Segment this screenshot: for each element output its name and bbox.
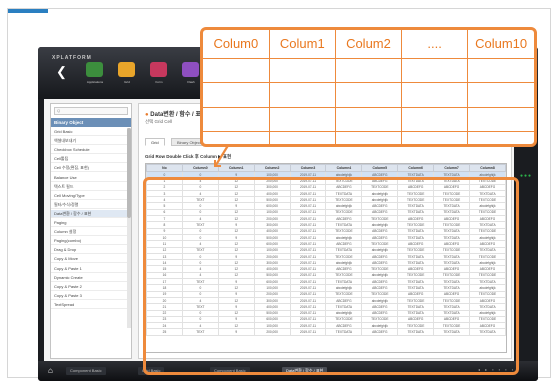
- app-label: Form: [155, 80, 163, 84]
- taskbar-item[interactable]: Component Basic: [66, 367, 106, 375]
- callout-cell: [467, 107, 534, 133]
- column-callout: Colum0 Colum1 Colum2.... Colum10: [200, 27, 537, 147]
- sidebar: Q Binary Object Grid Basic 엑셀내보내기 Checkbox…: [50, 103, 132, 359]
- grid-column-header[interactable]: Column8: [469, 164, 506, 172]
- sidebar-search-input[interactable]: Q: [54, 107, 128, 115]
- callout-cell: [335, 107, 403, 133]
- callout-column-header: Colum2: [335, 30, 403, 59]
- accent-tab: [8, 9, 48, 13]
- sidebar-item[interactable]: 엑셀내보내기: [51, 137, 131, 146]
- sidebar-item[interactable]: Copy & Paste 1: [51, 265, 131, 273]
- app-launcher-item[interactable]: Applications: [82, 61, 108, 93]
- callout-cell: [269, 107, 336, 133]
- sidebar-item[interactable]: Grid Basic: [51, 128, 131, 136]
- callout-cell: [335, 58, 403, 84]
- callout-cell: [269, 131, 336, 144]
- sidebar-item[interactable]: Cell Moving/Type: [51, 192, 131, 200]
- callout-cell: [401, 82, 469, 108]
- app-tile-icon: [150, 62, 167, 77]
- callout-cell: [401, 131, 469, 144]
- grid-column-header[interactable]: Column0: [181, 164, 219, 172]
- callout-cell: [269, 82, 336, 108]
- sidebar-scrollbar[interactable]: [127, 128, 131, 328]
- sidebar-item[interactable]: Copy & Paste 3: [51, 292, 131, 300]
- app-label: Applications: [86, 80, 104, 84]
- callout-cell: [203, 82, 270, 108]
- sidebar-item[interactable]: 필터/수식/정렬: [51, 201, 131, 209]
- sidebar-item[interactable]: 텍스트 필드: [51, 183, 131, 191]
- callout-table: Colum0 Colum1 Colum2.... Colum10: [203, 30, 534, 144]
- callout-cell: [401, 58, 469, 84]
- sidebar-item[interactable]: Paging: [51, 219, 131, 227]
- sidebar-item[interactable]: Balance Use: [51, 174, 131, 182]
- app-tile-icon: [86, 62, 103, 77]
- callout-header-row: Colum0 Colum1 Colum2.... Colum10: [203, 30, 534, 59]
- callout-cell: [401, 107, 469, 133]
- sidebar-scroll-thumb[interactable]: [127, 128, 131, 218]
- sidebar-item[interactable]: Copy & Paste 2: [51, 283, 131, 291]
- sidebar-item[interactable]: Cell툴팁: [51, 155, 131, 164]
- grid-column-header[interactable]: Column3: [289, 164, 327, 172]
- nav-prev-icon[interactable]: ❮: [56, 65, 67, 78]
- callout-body: [203, 58, 534, 144]
- page-title: ● Data변환 / 함수 / 표현: [145, 109, 206, 118]
- app-tile-icon: [182, 62, 199, 77]
- sidebar-item[interactable]: Checkbox Schedule: [51, 146, 131, 155]
- sidebar-item[interactable]: Data변환 / 함수 / 표현: [51, 209, 131, 218]
- callout-row: [203, 107, 534, 133]
- callout-cell: [467, 82, 534, 108]
- grid-header-row: No Column0 Column1 Column2 Column3 Column4 Col…: [146, 164, 506, 172]
- callout-cell: [203, 131, 270, 144]
- grid-column-header[interactable]: Column6: [397, 164, 435, 172]
- grid-highlight-box: [143, 177, 519, 375]
- sidebar-item[interactable]: Dynamic Create: [51, 274, 131, 282]
- page-subtitle: 선택 Grid Cell: [145, 119, 173, 124]
- callout-column-header: ....: [401, 30, 469, 59]
- callout-cell: [467, 58, 534, 84]
- grid-column-header[interactable]: Column2: [253, 164, 291, 172]
- sidebar-item[interactable]: Paging(combo): [51, 237, 131, 246]
- grid-column-header[interactable]: Column5: [361, 164, 399, 172]
- status-dots-icon: ●●●: [520, 173, 533, 179]
- sidebar-item[interactable]: Cell 수정(편집, 표현): [51, 164, 131, 173]
- callout-cell: [335, 131, 403, 144]
- figure-frame: XPLATFORM ❮ ❯ ApplicationsGridFormFlash …: [7, 8, 551, 381]
- callout-cell: [203, 107, 270, 133]
- callout-row: [203, 82, 534, 108]
- callout-column-header: Colum1: [269, 30, 336, 59]
- app-tile-icon: [118, 62, 135, 77]
- app-launcher-item[interactable]: Form: [146, 61, 172, 93]
- sidebar-header: Binary Object: [51, 118, 131, 127]
- home-icon[interactable]: ⌂: [48, 366, 53, 375]
- app-launcher-item[interactable]: Grid: [114, 61, 140, 93]
- app-label: Grid: [124, 80, 130, 84]
- callout-cell: [468, 132, 534, 144]
- sidebar-item[interactable]: Copy & Move: [51, 255, 131, 264]
- grid-column-header[interactable]: Column7: [433, 164, 471, 172]
- sidebar-item[interactable]: TextSpread: [51, 301, 131, 309]
- grid-column-header[interactable]: No: [146, 164, 183, 172]
- callout-cell: [203, 58, 270, 84]
- sidebar-item[interactable]: Column 설정: [51, 228, 131, 237]
- callout-column-header: Colum0: [203, 30, 270, 59]
- tab-0[interactable]: Grid: [145, 138, 165, 146]
- page-title-text: Data변환 / 함수 / 표현: [150, 112, 207, 118]
- callout-cell: [269, 58, 336, 84]
- sidebar-item[interactable]: Drag & Drop: [51, 246, 131, 255]
- callout-column-header: Colum10: [467, 30, 534, 59]
- callout-cell: [335, 82, 403, 108]
- callout-row: [203, 58, 534, 84]
- grid-column-header[interactable]: Column4: [325, 164, 363, 172]
- callout-row: [203, 131, 534, 144]
